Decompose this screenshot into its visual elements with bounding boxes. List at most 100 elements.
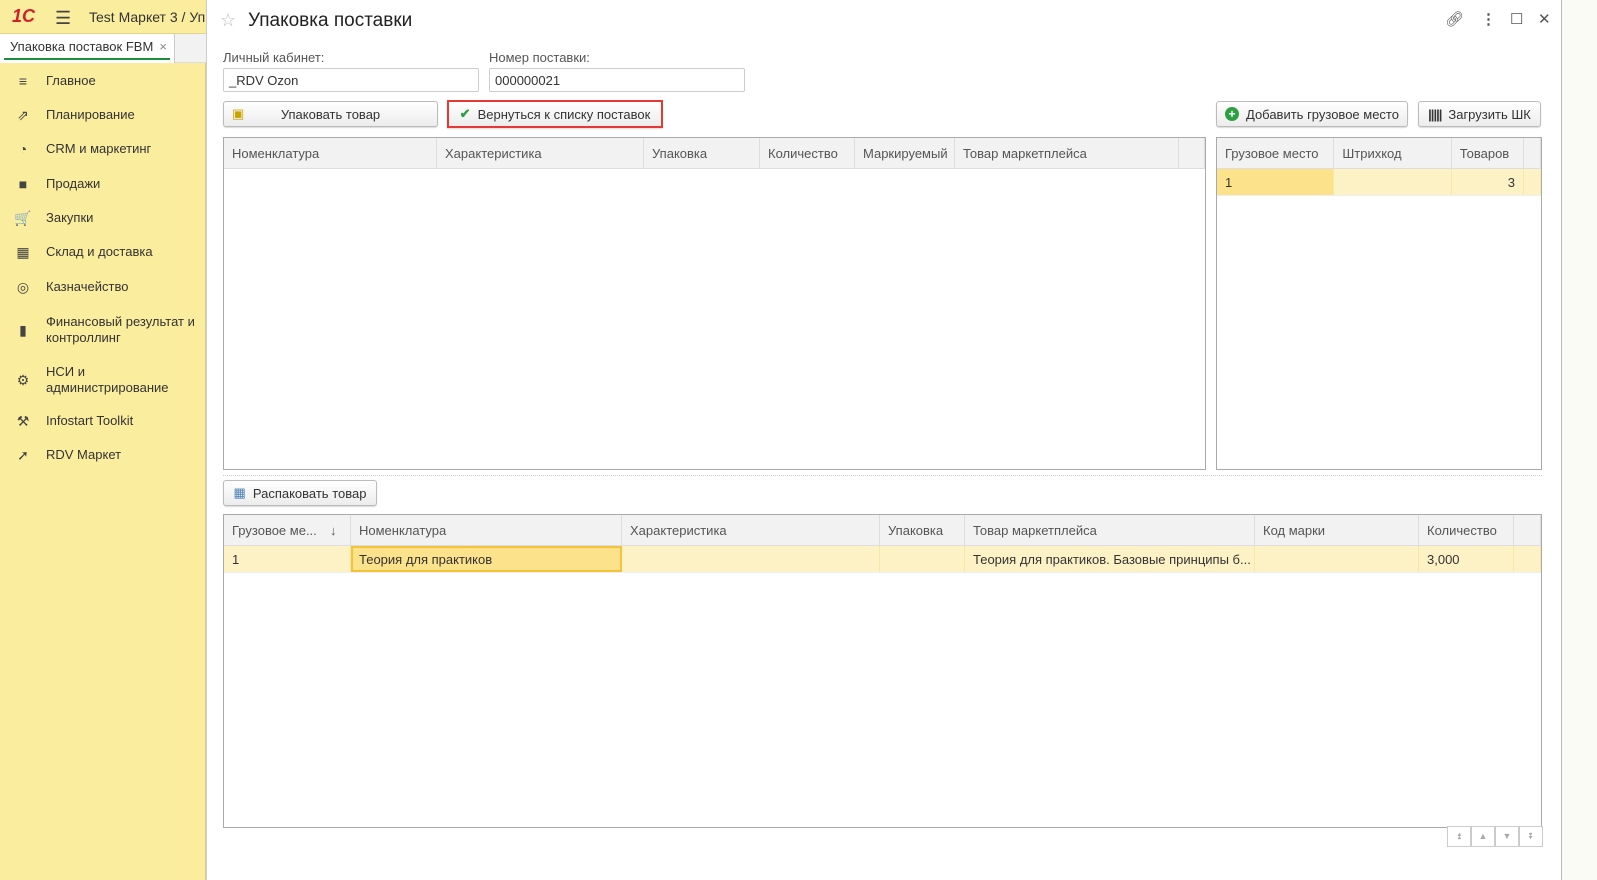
pack-goods-button[interactable]: ▣ Упаковать товар xyxy=(223,101,438,127)
sidebar-item[interactable]: ◔ CRM и маркетинг xyxy=(0,138,205,160)
sidebar-item-label: Склад и доставка xyxy=(46,244,153,259)
table-row[interactable]: 13 xyxy=(1217,169,1541,196)
sidebar-item[interactable]: ▦ Склад и доставка xyxy=(0,241,205,263)
column-header[interactable]: Грузовое место xyxy=(1217,138,1335,168)
add-circle-icon: + xyxy=(1225,107,1239,121)
sidebar-item-label: Закупки xyxy=(46,210,94,225)
column-header[interactable]: Номенклатура xyxy=(224,138,437,168)
more-icon[interactable]: ⋮ xyxy=(1481,10,1496,28)
tools-icon: ⚒ xyxy=(16,412,30,429)
column-header[interactable]: Штрихкод xyxy=(1334,138,1452,168)
column-header[interactable]: Номенклатура xyxy=(351,515,622,545)
sidebar-item-label: Финансовый результат и контроллинг xyxy=(46,314,195,345)
packed-goods-table[interactable]: Грузовое ме... ↓ Номенклатура Характеристик… xyxy=(223,514,1542,828)
number-field[interactable]: 000000021 xyxy=(489,68,745,92)
scroll-up-icon[interactable]: ▲ xyxy=(1471,826,1495,847)
sidebar-item[interactable]: ▮ Финансовый результат и контроллинг xyxy=(0,314,205,346)
add-cargo-place-label: Добавить грузовое место xyxy=(1246,106,1399,122)
menu-lines-icon: ≡ xyxy=(18,73,28,89)
pie-chart-icon: ◔ xyxy=(18,141,28,157)
column-header[interactable]: Характеристика xyxy=(437,138,644,168)
sidebar-item-label: Казначейство xyxy=(46,279,129,294)
sidebar-item-label: RDV Маркет xyxy=(46,447,122,462)
goods-table[interactable]: Номенклатура Характеристика Упаковка Количе… xyxy=(223,137,1206,470)
add-cargo-place-button[interactable]: + Добавить грузовое место xyxy=(1216,101,1408,127)
gear-icon: ⚙ xyxy=(16,371,30,388)
table-cell[interactable]: 3 xyxy=(1452,169,1525,195)
load-barcode-label: Загрузить ШК xyxy=(1448,106,1531,122)
column-header[interactable]: Характеристика xyxy=(622,515,880,545)
barcode-icon: ||||| xyxy=(1428,106,1442,122)
cabinet-field[interactable]: _RDV Ozon xyxy=(223,68,479,92)
table-row[interactable]: 1 Теория для практиков Теория для практико… xyxy=(224,546,1541,573)
table-cell[interactable]: Теория для практиков xyxy=(351,546,622,572)
table-cell[interactable]: 1 xyxy=(1217,169,1335,195)
favorite-star-icon[interactable]: ☆ xyxy=(220,10,236,31)
sidebar-item[interactable]: ⇗ Планирование xyxy=(0,104,205,126)
rocket-icon: ➚ xyxy=(17,446,29,463)
load-barcode-button[interactable]: ||||| Загрузить ШК xyxy=(1418,101,1541,127)
background-strip xyxy=(1562,0,1597,880)
column-header[interactable]: Упаковка xyxy=(880,515,965,545)
bag-icon: ■ xyxy=(18,176,28,192)
cabinet-label: Личный кабинет: xyxy=(223,50,325,65)
column-header[interactable]: Упаковка xyxy=(644,138,760,168)
bar-chart-icon: ▮ xyxy=(19,321,27,338)
tab-packing-fbm[interactable]: Упаковка поставок FBM × xyxy=(0,34,175,63)
cart-icon: 🛒 xyxy=(14,209,32,226)
scroll-first-icon[interactable]: ⏫︎ xyxy=(1447,826,1471,847)
warehouse-icon: ▦ xyxy=(16,243,30,260)
sidebar-item[interactable]: ■ Продажи xyxy=(0,173,205,195)
unpack-goods-label: Распаковать товар xyxy=(252,485,367,501)
sidebar-item[interactable]: ◎ Казначейство xyxy=(0,276,205,298)
sort-descending-icon: ↓ xyxy=(330,523,337,538)
splitter[interactable] xyxy=(223,475,1542,476)
sidebar-item-label: Планирование xyxy=(46,107,135,122)
column-header[interactable]: Маркируемый xyxy=(855,138,955,168)
tab-label: Упаковка поставок FBM xyxy=(10,39,154,54)
column-header[interactable]: Товар маркетплейса xyxy=(965,515,1255,545)
table-cell[interactable]: 1 xyxy=(224,546,351,572)
sidebar-item[interactable]: 🛒 Закупки xyxy=(0,207,205,229)
checkmark-icon: ✔ xyxy=(459,106,471,121)
sidebar-item[interactable]: ⚒ Infostart Toolkit xyxy=(0,410,205,432)
sidebar-item-label: НСИ и администрирование xyxy=(46,364,169,395)
sidebar-item[interactable]: ⚙ НСИ и администрирование xyxy=(0,364,205,396)
sidebar-item-label: Infostart Toolkit xyxy=(46,413,134,428)
unpack-icon: ▦ xyxy=(233,485,246,500)
column-header[interactable]: Товаров xyxy=(1452,138,1525,168)
table-cell[interactable] xyxy=(880,546,965,572)
scroll-last-icon[interactable]: ⏬︎ xyxy=(1519,826,1543,847)
maximize-icon[interactable]: ☐ xyxy=(1510,10,1523,28)
1c-logo: 1С xyxy=(12,6,36,26)
column-header[interactable]: Грузовое ме... ↓ xyxy=(224,515,351,545)
scroll-down-icon[interactable]: ▼ xyxy=(1495,826,1519,847)
column-header[interactable]: Количество xyxy=(760,138,855,168)
close-icon[interactable]: ✕ xyxy=(1538,10,1551,28)
app-title: Test Маркет 3 / Упра xyxy=(89,9,206,25)
table-cell[interactable]: Теория для практиков. Базовые принципы б… xyxy=(965,546,1255,572)
table-cell[interactable]: 3,000 xyxy=(1419,546,1514,572)
pack-goods-label: Упаковать товар xyxy=(280,106,381,122)
back-to-list-button[interactable]: ✔ Вернуться к списку поставок xyxy=(447,100,663,128)
sidebar-item[interactable]: ≡ Главное xyxy=(0,70,205,92)
unpack-goods-button[interactable]: ▦ Распаковать товар xyxy=(223,480,377,506)
hamburger-menu-icon[interactable]: ☰ xyxy=(55,8,71,29)
box-icon: ▣ xyxy=(232,106,245,121)
table-cell[interactable] xyxy=(1255,546,1419,572)
page-title: Упаковка поставки xyxy=(248,10,413,31)
coins-icon: ◎ xyxy=(16,278,30,295)
cargo-places-table[interactable]: Грузовое место Штрихкод Товаров 1 3 xyxy=(1216,137,1542,470)
sidebar-item-label: CRM и маркетинг xyxy=(46,141,152,156)
column-header[interactable]: Товар маркетплейса xyxy=(955,138,1179,168)
table-cell[interactable] xyxy=(1334,169,1452,195)
sidebar-item-label: Продажи xyxy=(46,176,101,191)
column-header[interactable]: Количество xyxy=(1419,515,1514,545)
planning-icon: ⇗ xyxy=(17,106,29,123)
close-tab-icon[interactable]: × xyxy=(159,39,167,54)
sidebar-item[interactable]: ➚ RDV Маркет xyxy=(0,444,205,466)
number-label: Номер поставки: xyxy=(489,50,590,65)
column-header[interactable]: Код марки xyxy=(1255,515,1419,545)
table-cell[interactable] xyxy=(622,546,880,572)
link-icon[interactable]: 🔗︎ xyxy=(1445,10,1464,28)
